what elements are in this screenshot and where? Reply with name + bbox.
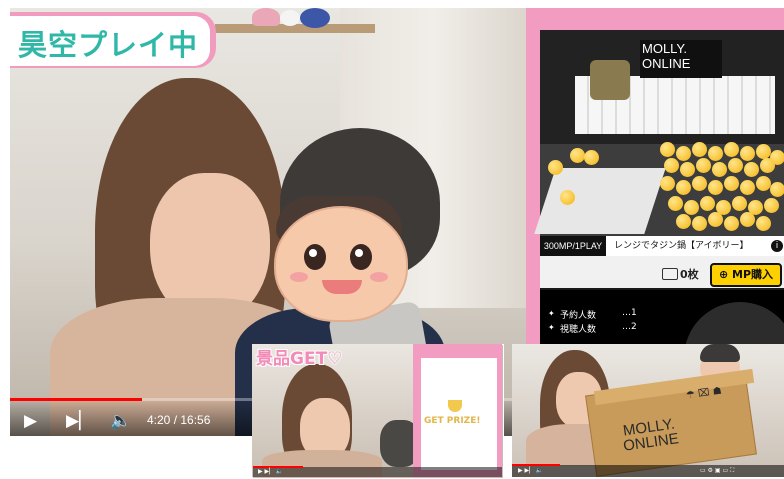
crane-claw: [590, 60, 630, 100]
stat-value-reservations: …1: [622, 308, 637, 318]
capsule-ball: [584, 150, 599, 165]
wall-shelf: [215, 24, 375, 33]
capsule-ball: [740, 180, 755, 195]
capsule-ball: [676, 180, 691, 195]
thumb1-controls-bar: [253, 467, 502, 477]
sticker-cheek: [370, 272, 388, 282]
capsule-ball: [664, 158, 679, 173]
balance-number: 0: [680, 268, 688, 281]
molly-online-logo: MOLLY. ONLINE: [642, 41, 691, 71]
stat-value-viewers: …2: [622, 322, 637, 332]
capsule-ball: [724, 142, 739, 157]
sticker-cheek: [290, 272, 308, 282]
volume-icon[interactable]: 🔈: [110, 411, 131, 431]
balance-value: 0枚: [680, 266, 699, 282]
capsule-ball: [728, 158, 743, 173]
capsule-ball: [708, 146, 723, 161]
toy-plush: [300, 8, 330, 28]
capsule-ball: [676, 146, 691, 161]
capsule-ball: [708, 180, 723, 195]
stat-label-viewers: 視聴人数: [560, 325, 597, 335]
capsule-ball: [732, 196, 747, 211]
sticker-eye: [350, 244, 372, 270]
capsule-ball: [676, 214, 691, 229]
toy-plush: [252, 8, 280, 26]
capsule-ball: [740, 146, 755, 161]
thumb1-play-icon: ▶ ▶▏ 🔈: [258, 468, 284, 475]
capsule-ball: [570, 148, 585, 163]
capsule-ball: [724, 216, 739, 231]
ticket-icon: [662, 268, 678, 280]
capsule-ball: [760, 158, 775, 173]
thumb2-controls-bar: [512, 465, 784, 477]
mp-purchase-button[interactable]: ⊕ MP購入: [710, 263, 782, 287]
capsule-ball: [692, 142, 707, 157]
thumb2-progress: [512, 464, 560, 466]
capsule-ball: [548, 160, 563, 175]
reservation-icon: ✦: [548, 309, 555, 318]
machine-white-tray: [534, 168, 666, 234]
skip-next-icon[interactable]: ▶▏: [66, 411, 92, 431]
capsule-ball: [560, 190, 575, 205]
capsule-ball: [756, 176, 771, 191]
capsule-ball: [684, 200, 699, 215]
time-display: 4:20 / 16:56: [147, 413, 211, 427]
thumb1-phone-screen: [421, 358, 497, 470]
capsule-ball: [744, 162, 759, 177]
capsule-ball: [756, 144, 771, 159]
play-icon[interactable]: ▶: [24, 411, 37, 431]
play-cost-label: 300MP/1PLAY: [540, 236, 606, 256]
plus-icon: ⊕: [718, 268, 729, 281]
capsule-ball: [764, 198, 779, 213]
progress-fill: [10, 398, 142, 401]
toy-plush: [280, 10, 300, 26]
capsule-ball: [712, 162, 727, 177]
capsule-ball: [680, 162, 695, 177]
sticker-eye: [304, 244, 326, 270]
capsule-ball: [770, 182, 784, 197]
mp-button-label: MP購入: [732, 268, 774, 281]
capsule-ball: [692, 176, 707, 191]
stat-label-reservations: 予約人数: [560, 311, 597, 321]
capsule-ball: [740, 212, 755, 227]
capsule-ball: [660, 142, 675, 157]
cartoon-face-sticker: [274, 206, 408, 322]
prize-name: レンジでタジン鍋【アイボリー】: [614, 241, 749, 251]
thumb2-play-icon: ▶ ▶▏ 🔈: [518, 467, 544, 474]
thumb2-boy-hair: [700, 344, 740, 362]
capsule-ball: [756, 216, 771, 231]
info-icon[interactable]: i: [771, 240, 783, 252]
thumb1-title: 景品GET♡: [256, 349, 343, 369]
capsule-ball: [692, 216, 707, 231]
thumb2-settings-icons: ▭ ⚙ ▣ ▭ ⛶: [700, 467, 735, 474]
title-badge-text: 昊空プレイ中: [18, 28, 199, 62]
capsule-ball: [700, 196, 715, 211]
capsule-ball: [724, 176, 739, 191]
capsule-ball: [660, 176, 675, 191]
balance-unit: 枚: [687, 268, 699, 281]
thumb1-prize-text: GET PRIZE!: [424, 416, 481, 426]
capsule-ball: [708, 212, 723, 227]
capsule-ball: [668, 196, 683, 211]
capsule-ball: [696, 158, 711, 173]
box-brand-text: MOLLY. ONLINE: [621, 415, 680, 455]
viewer-icon: ✦: [548, 323, 555, 332]
